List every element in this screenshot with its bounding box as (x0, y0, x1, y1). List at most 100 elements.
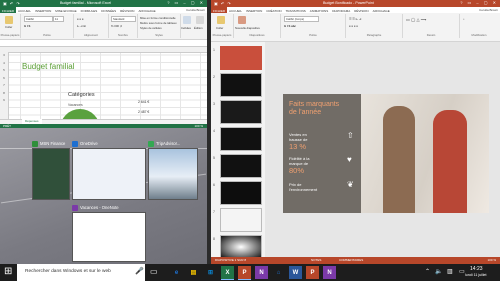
paste-button[interactable]: Coller (216, 26, 223, 30)
notes-button[interactable]: NOTES (311, 258, 321, 262)
cells-button[interactable]: Cellules (181, 26, 191, 30)
onenote-icon: N (327, 269, 332, 276)
taskbar-app-edge[interactable]: e (170, 266, 183, 279)
indent-icons[interactable]: ⇤ ⇥ ⊞ (77, 24, 86, 28)
number-format-icons[interactable]: % 000 ,0 (111, 24, 122, 28)
cell-styles-button[interactable]: Styles de cellules (140, 26, 162, 30)
new-slide-icon[interactable] (238, 16, 246, 24)
taskbar-app-store[interactable]: ⊞ (204, 266, 217, 279)
search-box[interactable]: Rechercher dans Windows et sur le web 🎤 (17, 264, 145, 281)
person-figure (433, 110, 467, 213)
slide-editor: Faits marquants de l'année Ventes en haus… (265, 42, 500, 257)
formula-bar[interactable] (0, 40, 207, 47)
tab-animations[interactable]: ANIMATIONS (308, 7, 330, 13)
slide-thumbnail-3[interactable] (220, 100, 262, 124)
tab-creation[interactable]: CRÉATION (264, 7, 283, 13)
window-controls[interactable]: ? ▭ – ▢ ✕ (460, 0, 498, 5)
font-name-select[interactable]: Calibri (Corps) (284, 16, 319, 22)
microphone-icon[interactable]: 🎤 (135, 267, 144, 275)
taskbar-app-home[interactable]: ⌂ (272, 266, 285, 279)
bold-italic-underline-icons[interactable]: G I S abc (284, 24, 296, 28)
list-icons[interactable]: ☰ ☰ ⇤ ⇥ (349, 17, 361, 21)
slide-thumbnail-7[interactable] (220, 208, 262, 232)
new-slide-button[interactable]: Nouvelle diapositive (235, 26, 260, 30)
alignment-label: Alignement (84, 33, 98, 37)
table-format-button[interactable]: Mettre sous forme de tableau (140, 21, 176, 25)
tab-fichier[interactable]: FICHIER (211, 7, 227, 13)
tab-mise-en-page[interactable]: MISE EN PAGE (53, 7, 78, 13)
font-name-select[interactable]: Calibri (24, 16, 53, 22)
taskbar-app-powerpoint[interactable]: P (238, 266, 251, 280)
tab-revision[interactable]: RÉVISION (352, 7, 370, 13)
windows-start-icon[interactable]: ⊞ (4, 267, 12, 277)
comments-button[interactable]: COMMENTAIRES (339, 258, 363, 262)
task-card-msn-finance[interactable]: MSN Finance (32, 140, 70, 200)
slide-thumbnail-2[interactable] (220, 73, 262, 97)
tab-affichage[interactable]: AFFICHAGE (136, 7, 157, 13)
taskbar-app-excel[interactable]: X (221, 266, 234, 280)
quick-access-toolbar[interactable]: ▣ ↶ ↷ (3, 1, 21, 6)
current-slide[interactable]: Faits marquants de l'année Ventes en haus… (283, 94, 489, 213)
edit-icon[interactable] (196, 16, 204, 24)
snap-divider[interactable] (207, 0, 211, 264)
tab-accueil[interactable]: ACCUEIL (227, 7, 244, 13)
align-icons[interactable]: ≡ ≡ ≡ ≡ (349, 24, 358, 28)
tab-revision[interactable]: RÉVISION (118, 7, 136, 13)
row-number: 4 (3, 60, 5, 65)
shapes-icons[interactable]: ▭ ◯ △ ⟶ (406, 17, 426, 22)
task-card-onedrive[interactable]: OneDrive (72, 140, 146, 200)
slide-thumbnail-8[interactable] (220, 235, 262, 259)
cell-value[interactable]: 2 641 € (138, 100, 149, 104)
window-controls[interactable]: ? ▭ – ▢ ✕ (167, 0, 205, 5)
number-format-select[interactable]: Standard (111, 16, 136, 22)
align-icons[interactable]: ≡ ≡ ≡ (77, 17, 83, 21)
tab-affichage[interactable]: AFFICHAGE (371, 7, 392, 13)
font-size-select[interactable]: 11 (53, 16, 64, 22)
cells-icon[interactable] (183, 16, 191, 24)
task-card-tripadvisor[interactable]: TripAdvisor... (148, 140, 198, 200)
tab-accueil[interactable]: ACCUEIL (16, 7, 33, 13)
heart-icon: ♥ (347, 155, 352, 164)
row-headers: 3 4 5 6 7 8 9 (0, 52, 9, 124)
conditional-format-button[interactable]: Mise en forme conditionnelle (140, 16, 176, 20)
ppt-user-name[interactable]: Cerulia Brown (479, 8, 498, 12)
cell-value[interactable]: 2 487 € (138, 110, 149, 114)
tab-fichier[interactable]: FICHIER (0, 7, 16, 13)
tab-insertion[interactable]: INSERTION (244, 7, 264, 13)
taskbar-app-powerpoint-2[interactable]: P (306, 266, 319, 279)
paste-button[interactable]: Coller (5, 25, 12, 29)
slide-thumbnail-6[interactable] (220, 181, 262, 205)
tab-diaporama[interactable]: DIAPORAMA (330, 7, 352, 13)
tab-formules[interactable]: FORMULES (79, 7, 100, 13)
find-icon[interactable]: ⌕ (463, 17, 465, 21)
paste-icon[interactable] (5, 16, 13, 24)
slide-thumbnail-1[interactable] (220, 46, 262, 70)
clock-time[interactable]: 14:23 (470, 266, 483, 272)
row-number: 8 (3, 90, 5, 95)
taskbar-app-explorer[interactable]: ▤ (187, 266, 200, 279)
volume-icon[interactable]: 🔈 (435, 268, 442, 275)
taskbar-app-onenote[interactable]: N (255, 266, 268, 279)
home-icon: ⌂ (276, 269, 281, 276)
worksheet-grid[interactable] (0, 47, 207, 119)
slide-thumbnail-4[interactable] (220, 127, 262, 151)
edit-button[interactable]: Édition (194, 26, 203, 30)
tab-donnees[interactable]: DONNÉES (99, 7, 118, 13)
clipboard-label: Presse-papiers (0, 33, 20, 37)
clock-date[interactable]: lundi 11 juillet (465, 273, 487, 277)
tab-insertion[interactable]: INSERTION (33, 7, 53, 13)
paste-icon[interactable] (217, 16, 225, 24)
notifications-icon[interactable]: ▭ (459, 268, 465, 275)
task-card-onenote[interactable]: Vacances - OneNote (72, 204, 146, 262)
zoom-level[interactable]: 100 % (487, 258, 496, 262)
excel-user-name[interactable]: Cerulia Brown (186, 8, 205, 12)
slide-thumbnail-5[interactable] (220, 154, 262, 178)
quick-access-toolbar[interactable]: ▣ ↶ ↷ (214, 1, 232, 6)
tray-chevron-icon[interactable]: ⌃ (425, 268, 430, 275)
taskbar-app-word[interactable]: W (289, 266, 302, 279)
bold-italic-underline-icons[interactable]: G I S (24, 24, 30, 28)
task-view-icon[interactable]: ▭ (150, 267, 158, 276)
tab-transitions[interactable]: TRANSITIONS (284, 7, 308, 13)
taskbar-app-onenote-2[interactable]: N (323, 266, 336, 279)
network-icon[interactable]: ▥ (447, 268, 453, 275)
